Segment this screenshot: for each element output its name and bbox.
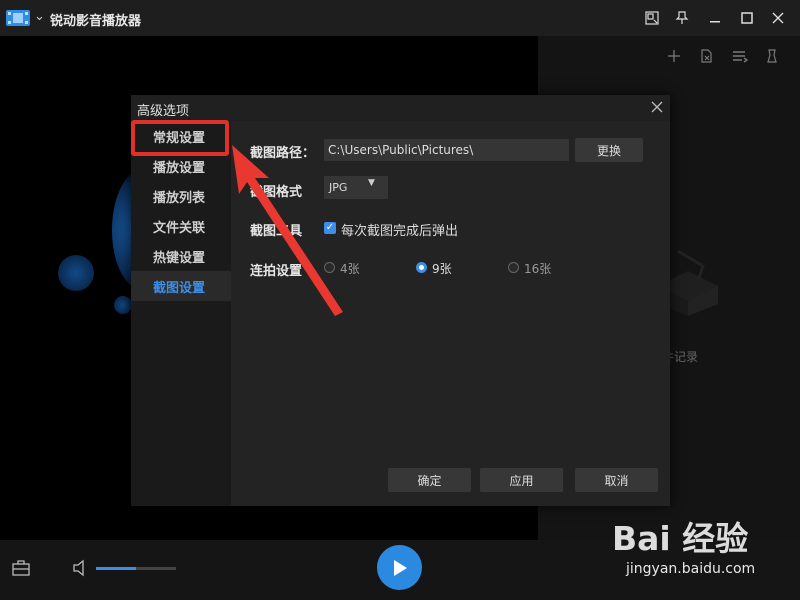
- minimize-icon[interactable]: [703, 6, 727, 30]
- change-path-button[interactable]: 更换: [575, 138, 643, 162]
- nav-item-file-association[interactable]: 文件关联: [131, 211, 231, 241]
- volume-slider[interactable]: [96, 567, 176, 570]
- app-logo-icon[interactable]: [6, 8, 32, 28]
- burst-option-label: 16张: [524, 262, 552, 276]
- chevron-down-icon[interactable]: ⌄: [34, 9, 45, 24]
- advanced-options-dialog: 高级选项 常规设置 播放设置 播放列表 文件关联 热键设置 截图设置 截图路径：…: [131, 95, 670, 506]
- play-button[interactable]: [377, 545, 422, 590]
- watermark-logo: Bai 经验: [612, 519, 749, 558]
- list-menu-icon[interactable]: [728, 44, 752, 68]
- title-bar: ⌄ 锐动影音播放器: [0, 0, 800, 36]
- dialog-close-icon[interactable]: [647, 97, 667, 117]
- nav-item-hotkeys[interactable]: 热键设置: [131, 241, 231, 271]
- watermark-url: jingyan.baidu.com: [626, 561, 756, 577]
- nav-item-playlist[interactable]: 播放列表: [131, 181, 231, 211]
- clean-icon[interactable]: [760, 44, 784, 68]
- pin-icon[interactable]: [670, 6, 694, 30]
- burst-radio-9[interactable]: [416, 262, 427, 273]
- add-icon[interactable]: [662, 44, 686, 68]
- burst-radio-16[interactable]: [508, 262, 519, 273]
- toolbox-icon[interactable]: [12, 560, 30, 576]
- apply-button[interactable]: 应用: [480, 468, 563, 492]
- dialog-nav: 常规设置 播放设置 播放列表 文件关联 热键设置 截图设置: [131, 121, 231, 506]
- screenshot-path-input[interactable]: C:\Users\Public\Pictures\: [324, 139, 569, 161]
- close-icon[interactable]: [766, 6, 790, 30]
- volume-level: [96, 567, 136, 570]
- dialog-title: 高级选项: [137, 104, 190, 119]
- highlight-box: [131, 120, 229, 156]
- dialog-header: 高级选项: [131, 95, 670, 121]
- burst-option-label: 9张: [432, 262, 452, 276]
- video-blob: [58, 255, 94, 291]
- dropdown-arrow-icon: ▼: [368, 178, 375, 188]
- app-title: 锐动影音播放器: [50, 14, 142, 29]
- annotation-arrow: [225, 140, 350, 324]
- video-blob: [114, 296, 132, 314]
- remove-file-icon[interactable]: [695, 44, 719, 68]
- volume-icon[interactable]: [72, 559, 90, 577]
- mini-mode-icon[interactable]: [640, 6, 664, 30]
- checkbox-label: 每次截图完成后弹出: [341, 224, 459, 239]
- cancel-button[interactable]: 取消: [575, 468, 658, 492]
- nav-item-screenshot[interactable]: 截图设置: [131, 271, 231, 301]
- ok-button[interactable]: 确定: [388, 468, 471, 492]
- maximize-icon[interactable]: [735, 6, 759, 30]
- play-icon: [393, 559, 407, 576]
